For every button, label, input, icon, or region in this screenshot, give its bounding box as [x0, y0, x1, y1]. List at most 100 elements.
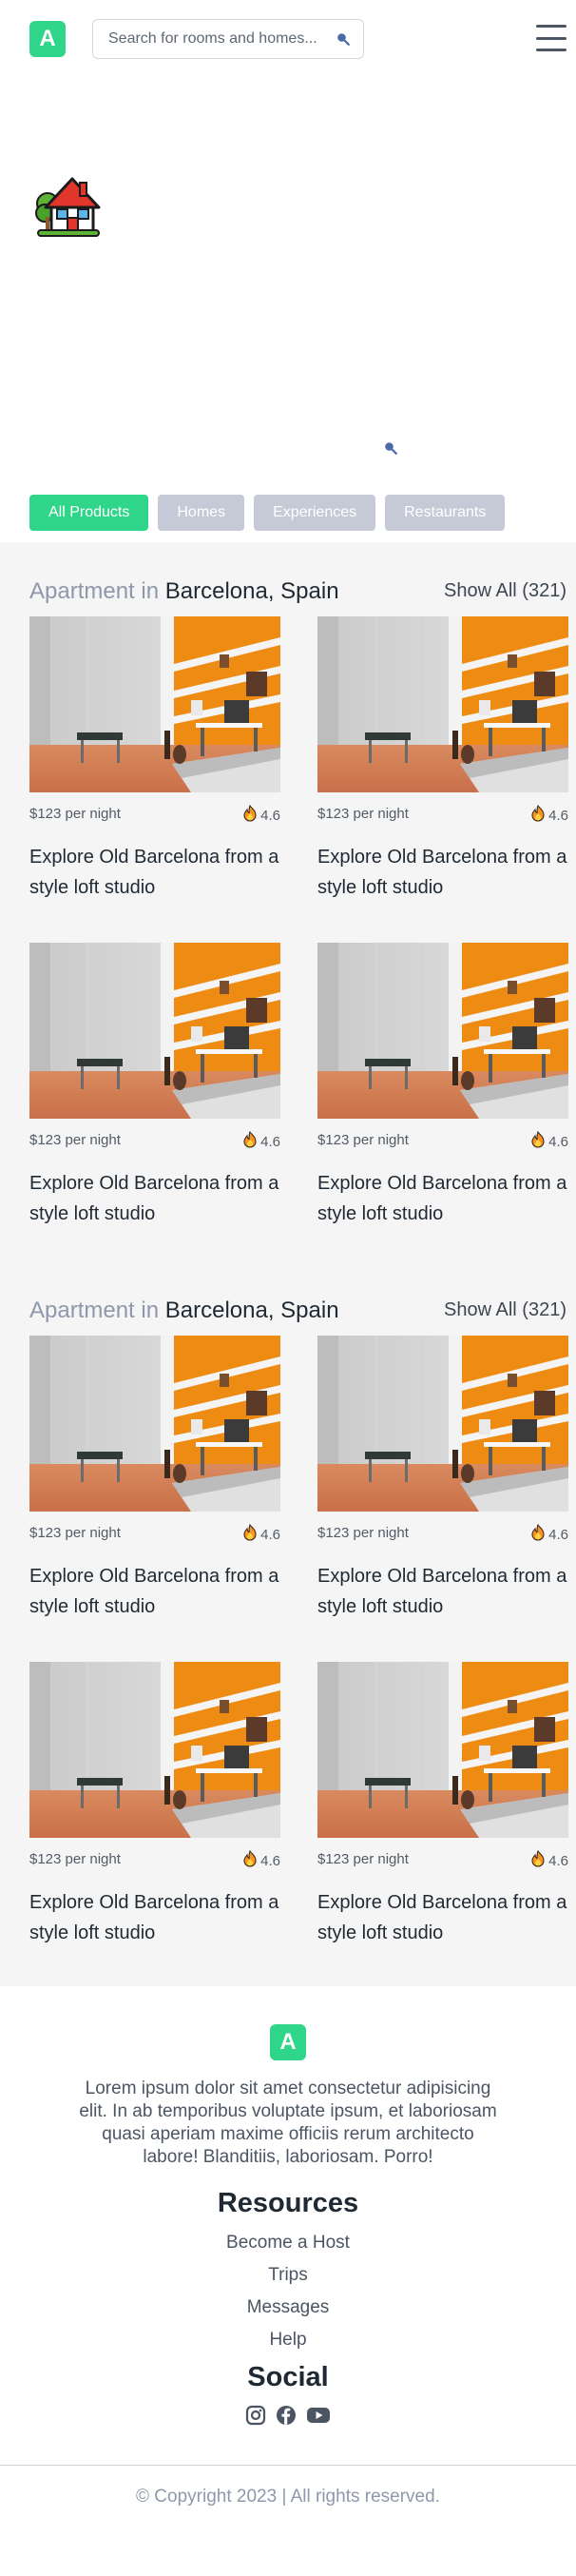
social-links [0, 2405, 576, 2430]
listing-title[interactable]: Explore Old Barcelona from a style loft … [29, 1168, 280, 1229]
rating-value: 4.6 [260, 1852, 280, 1869]
fire-icon [531, 804, 545, 826]
section-title: Apartment in Barcelona, Spain [29, 1298, 339, 1324]
listing-section: Apartment in Barcelona, Spain Show All (… [0, 578, 576, 1229]
fire-icon [531, 1523, 545, 1545]
listing-card: $123 per night 4.6 Explore Old Barcelona… [29, 943, 280, 1229]
fire-icon [243, 804, 257, 826]
filter-experiences[interactable]: Experiences [254, 495, 376, 531]
filter-homes[interactable]: Homes [158, 495, 245, 531]
listing-card: $123 per night 4.6 Explore Old Barcelona… [317, 616, 568, 903]
listing-title[interactable]: Explore Old Barcelona from a style loft … [317, 1168, 568, 1229]
section-title-location: Barcelona, Spain [164, 578, 339, 604]
listing-title[interactable]: Explore Old Barcelona from a style loft … [29, 1561, 280, 1622]
listing-rating: 4.6 [243, 804, 280, 826]
fire-icon [243, 1849, 257, 1871]
show-all-link[interactable]: Show All (321) [444, 580, 566, 602]
listing-meta: $123 per night 4.6 [317, 804, 568, 825]
listing-rating: 4.6 [531, 1130, 568, 1152]
listings-area: Apartment in Barcelona, Spain Show All (… [0, 542, 576, 1986]
fire-icon [243, 1130, 257, 1152]
listing-image[interactable] [317, 616, 568, 792]
listing-image[interactable] [317, 943, 568, 1119]
listing-rating: 4.6 [531, 804, 568, 826]
listing-meta: $123 per night 4.6 [29, 1523, 280, 1544]
search-icon[interactable] [336, 32, 350, 46]
listing-card: $123 per night 4.6 Explore Old Barcelona… [29, 1336, 280, 1622]
house-with-garden-icon [34, 171, 103, 243]
listing-rating: 4.6 [243, 1130, 280, 1152]
section-title: Apartment in Barcelona, Spain [29, 578, 339, 605]
listing-meta: $123 per night 4.6 [29, 1849, 280, 1870]
listing-title[interactable]: Explore Old Barcelona from a style loft … [317, 1561, 568, 1622]
search-bar[interactable] [92, 19, 364, 59]
resources-heading: Resources [217, 2188, 359, 2218]
messages-link[interactable]: Messages [0, 2292, 576, 2324]
show-all-link[interactable]: Show All (321) [444, 1299, 566, 1321]
rating-value: 4.6 [548, 1852, 568, 1869]
listing-image[interactable] [29, 1662, 280, 1838]
help-link[interactable]: Help [0, 2324, 576, 2356]
social-heading: Social [247, 2362, 329, 2392]
listing-meta: $123 per night 4.6 [317, 1130, 568, 1151]
youtube-icon[interactable] [306, 2405, 331, 2430]
site-footer: A Lorem ipsum dolor sit amet consectetur… [0, 1986, 576, 2523]
listing-title[interactable]: Explore Old Barcelona from a style loft … [317, 1887, 568, 1948]
copyright: © Copyright 2023 | All rights reserved. [136, 2487, 440, 2507]
hero: All Products Homes Experiences Restauran… [0, 76, 576, 542]
category-filters: All Products Homes Experiences Restauran… [29, 495, 506, 531]
rating-value: 4.6 [548, 807, 568, 824]
listing-title[interactable]: Explore Old Barcelona from a style loft … [29, 1887, 280, 1948]
listing-meta: $123 per night 4.6 [317, 1523, 568, 1544]
listing-card: $123 per night 4.6 Explore Old Barcelona… [317, 943, 568, 1229]
listing-image[interactable] [29, 943, 280, 1119]
rating-value: 4.6 [260, 1526, 280, 1543]
rating-value: 4.6 [548, 1526, 568, 1543]
logo[interactable]: A [29, 21, 66, 57]
listing-card: $123 per night 4.6 Explore Old Barcelona… [317, 1336, 568, 1622]
trips-link[interactable]: Trips [0, 2259, 576, 2292]
listing-title[interactable]: Explore Old Barcelona from a style loft … [29, 842, 280, 903]
listing-price: $123 per night [29, 1132, 121, 1148]
listing-rating: 4.6 [531, 1523, 568, 1545]
section-header: Apartment in Barcelona, Spain Show All (… [29, 578, 566, 607]
listing-image[interactable] [317, 1336, 568, 1512]
filter-all-products[interactable]: All Products [29, 495, 149, 531]
search-icon[interactable] [384, 441, 397, 459]
resources-links: Become a Host Trips Messages Help [0, 2227, 576, 2356]
listing-price: $123 per night [29, 806, 121, 822]
instagram-icon[interactable] [245, 2405, 266, 2430]
listing-rating: 4.6 [243, 1523, 280, 1545]
listing-price: $123 per night [29, 1851, 121, 1867]
listing-rating: 4.6 [531, 1849, 568, 1871]
listing-price: $123 per night [317, 1132, 409, 1148]
fire-icon [531, 1849, 545, 1871]
footer-logo[interactable]: A [270, 2024, 306, 2060]
site-header: A [0, 0, 576, 76]
section-title-location: Barcelona, Spain [164, 1298, 339, 1323]
listing-card: $123 per night 4.6 Explore Old Barcelona… [29, 1662, 280, 1948]
filter-restaurants[interactable]: Restaurants [385, 495, 506, 531]
listing-title[interactable]: Explore Old Barcelona from a style loft … [317, 842, 568, 903]
rating-value: 4.6 [548, 1133, 568, 1150]
footer-description: Lorem ipsum dolor sit amet consectetur a… [79, 2078, 497, 2167]
search-input[interactable] [108, 30, 336, 48]
become-a-host-link[interactable]: Become a Host [0, 2227, 576, 2259]
listing-card: $123 per night 4.6 Explore Old Barcelona… [29, 616, 280, 903]
listing-section: Apartment in Barcelona, Spain Show All (… [0, 1298, 576, 1948]
section-title-prefix: Apartment in [29, 578, 160, 604]
listing-image[interactable] [317, 1662, 568, 1838]
listing-meta: $123 per night 4.6 [29, 804, 280, 825]
listing-card: $123 per night 4.6 Explore Old Barcelona… [317, 1662, 568, 1948]
fire-icon [243, 1523, 257, 1545]
listing-grid: $123 per night 4.6 Explore Old Barcelona… [0, 1336, 576, 1948]
hamburger-menu-icon[interactable] [536, 25, 566, 51]
listing-price: $123 per night [317, 1851, 409, 1867]
listing-grid: $123 per night 4.6 Explore Old Barcelona… [0, 616, 576, 1229]
listing-image[interactable] [29, 1336, 280, 1512]
listing-price: $123 per night [29, 1525, 121, 1541]
listing-image[interactable] [29, 616, 280, 792]
facebook-icon[interactable] [276, 2405, 297, 2430]
section-header: Apartment in Barcelona, Spain Show All (… [29, 1298, 566, 1326]
listing-meta: $123 per night 4.6 [29, 1130, 280, 1151]
